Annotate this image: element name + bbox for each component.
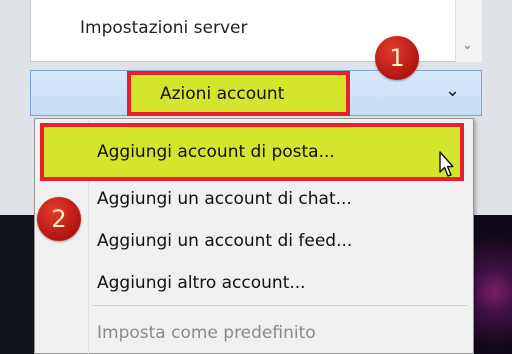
server-settings-item[interactable]: Impostazioni server <box>80 18 247 38</box>
menu-item-add-other-account[interactable]: Aggiungi altro account... <box>97 273 306 293</box>
menu-item-add-chat-account[interactable]: Aggiungi un account di chat... <box>97 189 352 209</box>
account-actions-label: Azioni account <box>160 84 285 104</box>
chevron-down-icon[interactable]: ⌄ <box>462 38 473 53</box>
menu-item-set-default: Imposta come predefinito <box>97 323 316 343</box>
menu-separator <box>92 305 467 306</box>
menu-item-add-feed-account[interactable]: Aggiungi un account di feed... <box>97 231 352 251</box>
background-dark-left <box>0 215 36 354</box>
step-2-badge: 2 <box>37 197 81 241</box>
background-image-right <box>470 215 512 354</box>
chevron-down-icon[interactable]: ⌄ <box>445 80 460 101</box>
step-1-badge: 1 <box>375 36 419 80</box>
mouse-cursor-icon <box>439 151 454 177</box>
menu-annotation-box <box>40 123 464 181</box>
